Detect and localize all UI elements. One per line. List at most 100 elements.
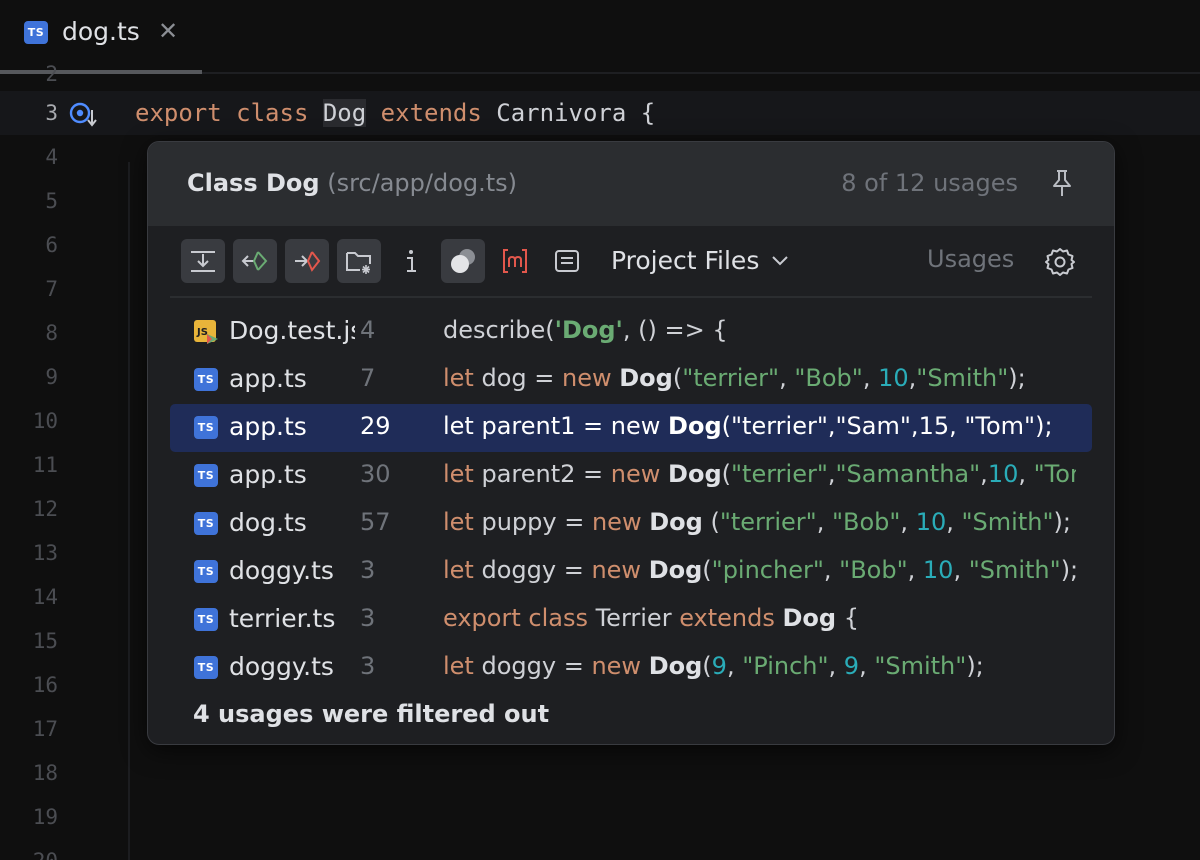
snippet-number: 10 [923, 556, 954, 584]
usage-line-number: 57 [360, 508, 391, 536]
editor-line[interactable]: 2 [0, 52, 1200, 96]
code-text[interactable]: export class Dog extends Carnivora { [135, 91, 655, 135]
editor-line[interactable]: 18 [0, 751, 1200, 795]
group-by-usage-type-button[interactable] [441, 239, 485, 283]
go-back-icon [240, 246, 270, 276]
typescript-file-icon: TS [194, 608, 218, 631]
usage-row[interactable]: TS dog.ts 57 let puppy = new Dog ("terri… [170, 500, 1092, 548]
line-number: 6 [0, 223, 58, 267]
snippet-text: parent1 = [474, 412, 611, 440]
usage-line-number: 3 [360, 604, 375, 632]
snippet-text: , [911, 412, 919, 440]
usage-file-name: dog.ts [229, 508, 355, 537]
usage-row[interactable]: TS app.ts 30 let parent2 = new Dog("terr… [170, 452, 1092, 500]
snippet-text [775, 604, 783, 632]
editor-line[interactable]: 19 [0, 795, 1200, 839]
folder-filter-button[interactable] [337, 239, 381, 283]
scope-dropdown[interactable]: Project Files [611, 246, 789, 275]
usage-row[interactable]: TS terrier.ts 3 export class Terrier ext… [170, 596, 1092, 644]
snippet-text: parent2 = [474, 460, 611, 488]
group-by-module-button[interactable] [493, 239, 537, 283]
snippet-number: 10 [916, 508, 947, 536]
usage-line-number: 29 [360, 412, 391, 440]
go-forward-icon [292, 246, 322, 276]
snippet-string: "terrier" [682, 364, 779, 392]
usage-snippet: let doggy = new Dog("pincher", "Bob", 10… [443, 556, 1076, 584]
info-button[interactable] [389, 239, 433, 283]
line-number: 19 [0, 795, 58, 839]
editor-line-current[interactable]: 3 export class Dog extends Carnivora { [0, 91, 1200, 135]
usage-snippet: let doggy = new Dog(9, "Pinch", 9, "Smit… [443, 652, 1076, 680]
code-keyword: class [236, 99, 308, 127]
snippet-text [641, 556, 649, 584]
implemented-by-icon[interactable] [68, 100, 100, 128]
typescript-file-icon: TS [194, 464, 218, 487]
typescript-file-icon: TS [194, 416, 218, 439]
snippet-string: "terrier" [731, 412, 828, 440]
go-back-button[interactable] [233, 239, 277, 283]
snippet-keyword: let [443, 364, 474, 392]
folder-filter-icon [344, 246, 374, 276]
snippet-keyword: let [443, 556, 474, 584]
snippet-string: "Tom" [964, 412, 1035, 440]
snippet-keyword: let [443, 412, 474, 440]
usage-snippet: describe('Dog', () => { [443, 316, 1076, 344]
snippet-text: , [828, 412, 836, 440]
snippet-text: , [817, 508, 832, 536]
snippet-keyword: let [443, 508, 474, 536]
typescript-file-icon: TS [194, 368, 218, 391]
code-class-name[interactable]: Dog [323, 99, 366, 127]
popup-title-class: Class Dog [187, 169, 320, 197]
merge-lines-button[interactable] [181, 239, 225, 283]
popup-toolbar: Project Files Usages [148, 226, 1114, 296]
snippet-text [660, 460, 668, 488]
snippet-number: 10 [988, 460, 1019, 488]
usage-line-number: 30 [360, 460, 391, 488]
snippet-string: "Samantha" [836, 460, 981, 488]
usage-line-number: 3 [360, 652, 375, 680]
usage-row[interactable]: TS doggy.ts 3 let doggy = new Dog("pinch… [170, 548, 1092, 596]
line-number: 15 [0, 619, 58, 663]
code-keyword: export [135, 99, 222, 127]
usage-row[interactable]: TS doggy.ts 3 let doggy = new Dog(9, "Pi… [170, 644, 1092, 692]
typescript-file-icon: TS [194, 656, 218, 679]
snippet-match: Dog [619, 364, 673, 392]
line-number: 10 [0, 399, 58, 443]
snippet-keyword: let [443, 652, 474, 680]
line-number: 11 [0, 443, 58, 487]
editor-line[interactable]: 20 [0, 839, 1200, 860]
popup-title-path: (src/app/dog.ts) [327, 169, 517, 197]
line-number: 2 [0, 52, 58, 96]
preview-button[interactable] [545, 239, 589, 283]
filtered-usages-note[interactable]: 4 usages were filtered out [193, 700, 549, 728]
snippet-keyword: new [591, 652, 641, 680]
snippet-text: ( [703, 508, 720, 536]
svg-text:JS: JS [196, 327, 208, 338]
code-brace: { [641, 99, 655, 127]
snippet-match: Dog [668, 460, 722, 488]
close-icon[interactable]: ✕ [158, 16, 178, 46]
gear-icon[interactable] [1044, 246, 1076, 278]
pin-icon[interactable] [1048, 168, 1076, 198]
snippet-text: , [859, 652, 874, 680]
snippet-number: 9 [844, 652, 859, 680]
go-forward-button[interactable] [285, 239, 329, 283]
snippet-string: "Smith" [916, 364, 1008, 392]
usage-row[interactable]: TS app.ts 7 let dog = new Dog("terrier",… [170, 356, 1092, 404]
usage-row-selected[interactable]: TS app.ts 29 let parent1 = new Dog("terr… [170, 404, 1092, 452]
snippet-text: ); [1053, 508, 1070, 536]
usage-snippet: let parent2 = new Dog("terrier","Samanth… [443, 460, 1076, 488]
line-number: 5 [0, 179, 58, 223]
usage-row[interactable]: JS Dog.test.js 4 describe('Dog', () => { [170, 308, 1092, 356]
snippet-text: ); [1061, 556, 1076, 584]
snippet-text: dog = [474, 364, 562, 392]
popup-title: Class Dog (src/app/dog.ts) [187, 169, 517, 197]
snippet-text: , [863, 364, 878, 392]
snippet-match: Dog [649, 556, 703, 584]
typescript-file-icon: TS [194, 560, 218, 583]
snippet-string: "Pinch" [742, 652, 828, 680]
code-parent-class: Carnivora [496, 99, 626, 127]
usage-snippet: let puppy = new Dog ("terrier", "Bob", 1… [443, 508, 1076, 536]
snippet-text: describe( [443, 316, 555, 344]
popup-header: Class Dog (src/app/dog.ts) 8 of 12 usage… [148, 142, 1114, 226]
